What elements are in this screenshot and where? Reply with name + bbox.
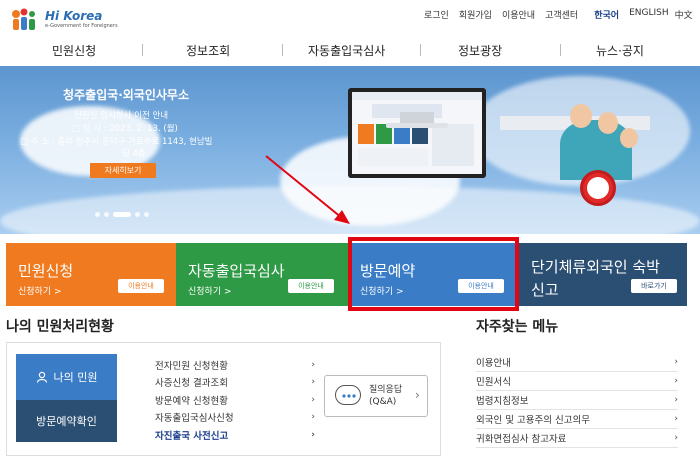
nav-info-inquiry[interactable]: 정보조회 bbox=[186, 42, 230, 59]
banner-line: 민원실 임시청사 이전 안내 bbox=[74, 111, 169, 121]
nav-divider bbox=[560, 44, 561, 56]
nav-divider bbox=[142, 44, 143, 56]
list-item[interactable]: 방문예약 신청현황 › bbox=[155, 391, 315, 409]
banner-line: □ 일 시 : 2023. 2. 13. (월) bbox=[72, 124, 178, 134]
tile-title-line2: 신고 bbox=[531, 281, 559, 299]
list-item[interactable]: 자동출입국심사신청 › bbox=[155, 409, 315, 427]
list-item[interactable]: 이용안내 › bbox=[476, 353, 678, 372]
qa-label: 질의응답 bbox=[369, 385, 403, 395]
person-head bbox=[598, 112, 618, 134]
favorites-list: 이용안내 › 민원서식 › 법령지침정보 › 외국인 및 고용주의 신고의무 › 귀화면… bbox=[476, 353, 678, 448]
tile-title: 자동출입국심사 bbox=[188, 262, 285, 280]
list-item[interactable]: 전자민원 신청현황 › bbox=[155, 356, 315, 374]
banner-line: 딩 4층 bbox=[122, 149, 146, 159]
slide-dot[interactable] bbox=[135, 212, 140, 217]
chevron-right-icon: › bbox=[311, 394, 315, 405]
main-navigation: 민원신청 정보조회 자동출입국심사 정보광장 뉴스·공지 bbox=[0, 34, 700, 66]
monitor-illustration bbox=[348, 88, 486, 178]
nav-divider bbox=[420, 44, 421, 56]
banner-title: 청주출입국·외국인사무소 bbox=[63, 88, 189, 102]
logo-title: Hi Korea bbox=[45, 8, 103, 23]
banner-detail-button[interactable]: 자세히보기 bbox=[90, 163, 156, 178]
my-civil-button[interactable]: 나의 민원 bbox=[16, 354, 117, 400]
monitor-base bbox=[386, 123, 448, 128]
chevron-right-icon: › bbox=[311, 429, 315, 440]
logo-icon bbox=[8, 6, 42, 32]
person-head bbox=[620, 128, 638, 148]
slide-dot[interactable] bbox=[144, 212, 149, 217]
favorites-title: 자주찾는 메뉴 bbox=[476, 319, 559, 335]
tile-go-button[interactable]: 바로가기 bbox=[631, 279, 677, 293]
list-item[interactable]: 귀화면접심사 참고자료 › bbox=[476, 429, 678, 448]
my-civil-label: 나의 민원 bbox=[53, 371, 98, 384]
alarm-clock-illustration bbox=[580, 170, 616, 206]
tile-civil-application[interactable]: 민원신청 신청하기 > 이용안내 bbox=[6, 243, 176, 306]
list-item[interactable]: 민원서식 › bbox=[476, 372, 678, 391]
my-status-title: 나의 민원처리현황 bbox=[6, 319, 114, 335]
nav-divider bbox=[282, 44, 283, 56]
chevron-right-icon: › bbox=[311, 412, 315, 423]
chevron-right-icon: › bbox=[674, 433, 678, 443]
tile-title: 민원신청 bbox=[18, 262, 74, 280]
lang-chinese[interactable]: 中文 bbox=[675, 8, 693, 21]
chevron-right-icon: › bbox=[674, 414, 678, 424]
nav-info-plaza[interactable]: 정보광장 bbox=[458, 42, 502, 59]
utility-links: 로그인 회원가입 이용안내 고객센터 한국어 ENGLISH 中文 bbox=[424, 8, 700, 21]
list-item[interactable]: 법령지침정보 › bbox=[476, 391, 678, 410]
slide-dot[interactable] bbox=[95, 212, 100, 217]
list-item[interactable]: 외국인 및 고용주의 신고의무 › bbox=[476, 410, 678, 429]
chevron-right-icon: › bbox=[311, 359, 315, 370]
user-icon bbox=[36, 371, 47, 383]
lang-korean[interactable]: 한국어 bbox=[594, 8, 619, 21]
service-list: 전자민원 신청현황 › 사증신청 결과조회 › 방문예약 신청현황 › 자동출입국심사… bbox=[155, 356, 315, 444]
chevron-right-icon: › bbox=[674, 357, 678, 367]
slide-dot[interactable] bbox=[104, 212, 109, 217]
top-bar: Hi Korea e-Government for Foreigners 로그인… bbox=[0, 0, 700, 34]
tile-guide-button[interactable]: 이용안내 bbox=[288, 279, 334, 293]
nav-auto-immigration[interactable]: 자동출입국심사 bbox=[308, 42, 385, 59]
tile-auto-immigration[interactable]: 자동출입국심사 신청하기 > 이용안내 bbox=[176, 243, 348, 306]
visit-confirm-button[interactable]: 방문예약확인 bbox=[16, 400, 117, 442]
slide-dot-active[interactable] bbox=[113, 212, 131, 217]
tile-apply-link[interactable]: 신청하기 > bbox=[18, 284, 62, 297]
nav-news-notice[interactable]: 뉴스·공지 bbox=[596, 42, 644, 59]
tile-apply-link[interactable]: 신청하기 > bbox=[188, 284, 232, 297]
tile-title: 단기체류외국인 숙박 bbox=[531, 258, 660, 276]
chat-bubble-icon bbox=[335, 385, 361, 405]
customer-center-link[interactable]: 고객센터 bbox=[545, 8, 578, 21]
highlight-box bbox=[348, 237, 519, 311]
person-head bbox=[570, 104, 592, 128]
list-item[interactable]: 자진출국 사전신고 › bbox=[155, 426, 315, 444]
list-item[interactable]: 사증신청 결과조회 › bbox=[155, 374, 315, 392]
tile-guide-button[interactable]: 이용안내 bbox=[118, 279, 164, 293]
chevron-right-icon: › bbox=[415, 388, 420, 402]
chevron-right-icon: › bbox=[674, 395, 678, 405]
chevron-right-icon: › bbox=[674, 376, 678, 386]
login-link[interactable]: 로그인 bbox=[424, 8, 449, 21]
logo-subtitle: e-Government for Foreigners bbox=[45, 22, 118, 29]
qa-button[interactable]: 질의응답 (Q&A) › bbox=[324, 375, 428, 417]
site-logo[interactable]: Hi Korea e-Government for Foreigners bbox=[8, 6, 118, 32]
guide-link[interactable]: 이용안내 bbox=[502, 8, 535, 21]
qa-label-sub: (Q&A) bbox=[369, 397, 397, 407]
banner-line: □ 주 소 : 충북 청주시 흥덕구 가로수로 1143, 현남빌 bbox=[20, 137, 213, 147]
slide-indicator bbox=[95, 212, 149, 217]
signup-link[interactable]: 회원가입 bbox=[459, 8, 492, 21]
chevron-right-icon: › bbox=[311, 377, 315, 388]
lang-english[interactable]: ENGLISH bbox=[629, 8, 669, 21]
nav-civil-application[interactable]: 민원신청 bbox=[52, 42, 96, 59]
tile-short-stay-report[interactable]: 단기체류외국인 숙박 신고 바로가기 bbox=[519, 243, 687, 306]
